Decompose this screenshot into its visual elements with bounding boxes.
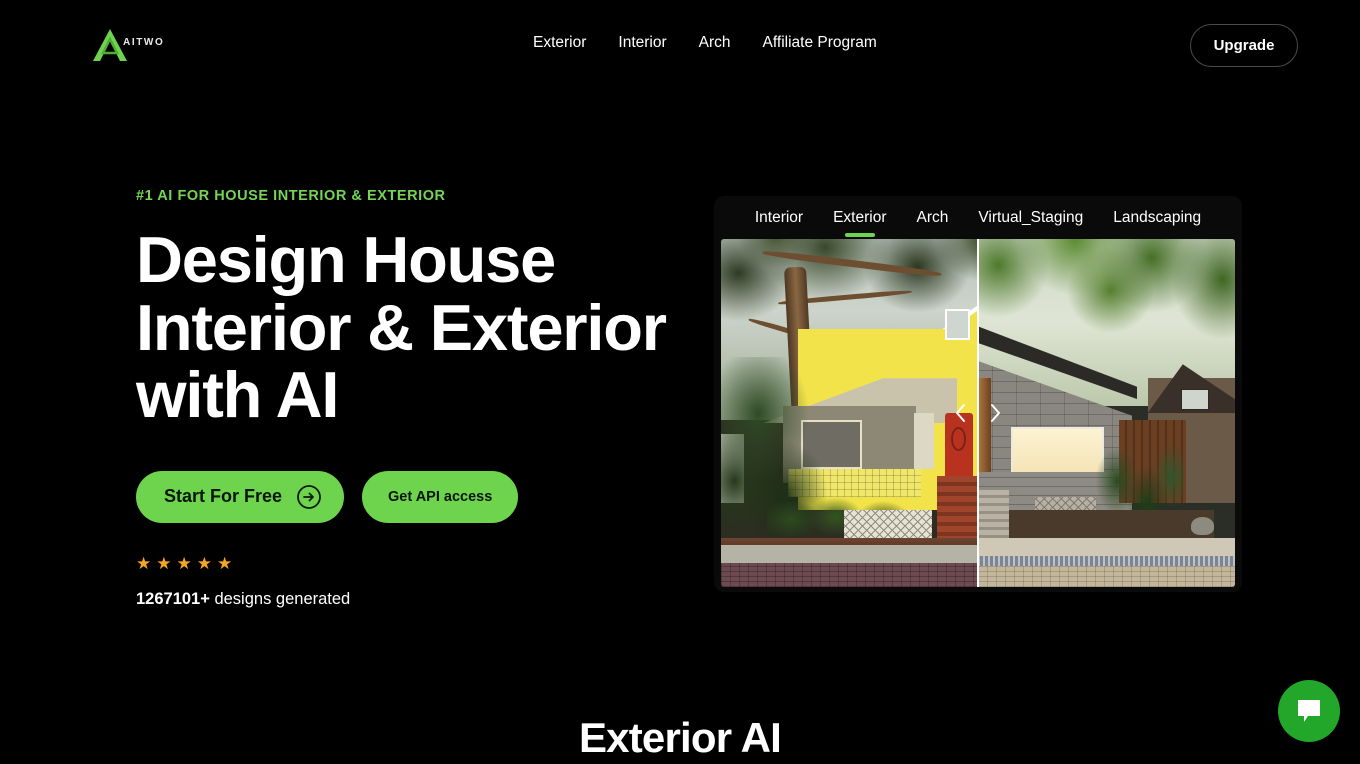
chevron-left-icon [956, 404, 965, 422]
hero-cta-row: Start For Free Get API access [136, 470, 696, 523]
next-image-button[interactable] [986, 400, 1004, 426]
hero-headline: Design House Interior & Exterior with AI [136, 223, 667, 432]
star-icon: ★ [196, 553, 212, 573]
previous-image-button[interactable] [952, 400, 970, 426]
site-header: AITWO Exterior Interior Arch Affiliate P… [0, 0, 1360, 92]
showcase-panel: Interior Exterior Arch Virtual_Staging L… [714, 196, 1242, 592]
showcase-tab-interior[interactable]: Interior [755, 209, 803, 237]
chat-bubble-icon [1298, 700, 1320, 722]
designs-generated-label: designs generated [209, 589, 351, 608]
hero-eyebrow: #1 AI FOR HOUSE INTERIOR & EXTERIOR [136, 188, 446, 204]
designs-generated-count: 1267101+ [136, 589, 210, 608]
nav-item-arch[interactable]: Arch [699, 34, 731, 52]
main-navigation: Exterior Interior Arch Affiliate Program [533, 34, 877, 52]
star-icon: ★ [176, 553, 192, 573]
showcase-tab-exterior[interactable]: Exterior [833, 209, 886, 237]
get-api-access-button[interactable]: Get API access [362, 470, 519, 523]
nav-item-exterior[interactable]: Exterior [533, 34, 586, 52]
showcase-tab-arch[interactable]: Arch [917, 209, 949, 237]
before-after-comparison[interactable] [721, 239, 1235, 587]
after-image [978, 239, 1235, 587]
brand-logo[interactable]: AITWO [90, 26, 164, 64]
landing-page: AITWO Exterior Interior Arch Affiliate P… [0, 0, 1360, 764]
showcase-tab-virtual-staging[interactable]: Virtual_Staging [978, 209, 1083, 237]
showcase-tabs: Interior Exterior Arch Virtual_Staging L… [714, 206, 1242, 240]
brand-name: AITWO [123, 37, 165, 48]
rating-stars: ★ ★ ★ ★ ★ [136, 555, 696, 572]
upgrade-button[interactable]: Upgrade [1190, 24, 1298, 67]
nav-item-interior[interactable]: Interior [618, 34, 666, 52]
before-image [721, 239, 978, 587]
comparison-divider[interactable] [977, 239, 979, 587]
chevron-right-icon [991, 404, 1000, 422]
arrow-right-circle-icon [297, 484, 321, 509]
section-title: Exterior AI [578, 714, 782, 761]
star-icon: ★ [217, 553, 233, 573]
nav-item-affiliate-program[interactable]: Affiliate Program [763, 34, 877, 52]
chat-widget-button[interactable] [1278, 680, 1340, 742]
showcase-tab-landscaping[interactable]: Landscaping [1113, 209, 1201, 237]
start-for-free-label: Start For Free [164, 486, 283, 507]
designs-generated-stat: 1267101+ designs generated [136, 590, 696, 609]
star-icon: ★ [156, 553, 172, 573]
hero-content: #1 AI FOR HOUSE INTERIOR & EXTERIOR Desi… [136, 188, 696, 609]
start-for-free-button[interactable]: Start For Free [136, 470, 345, 523]
star-icon: ★ [136, 553, 152, 573]
